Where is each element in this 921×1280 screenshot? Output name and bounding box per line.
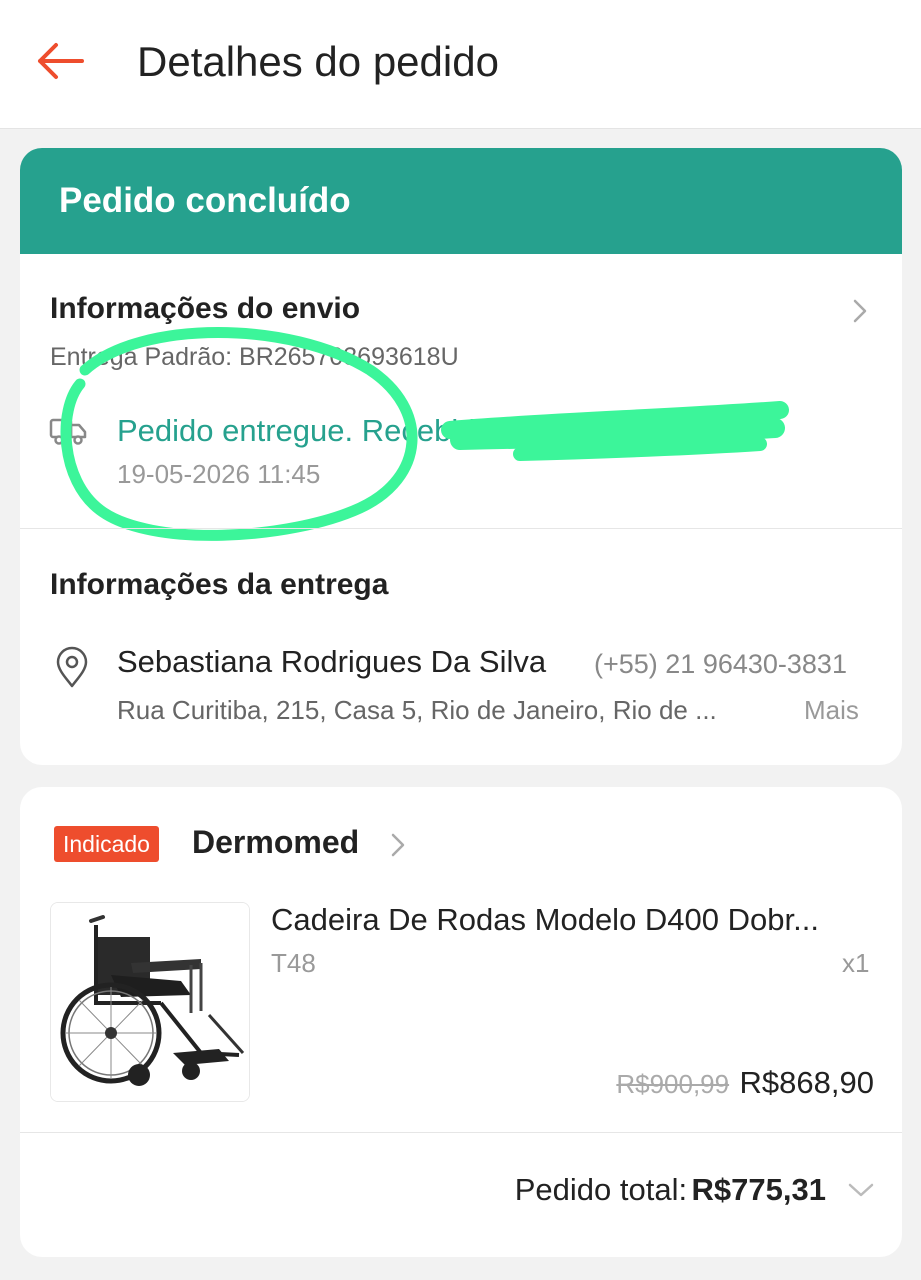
order-items-card: Indicado Dermomed Cadeira De Rodas Model… (20, 787, 902, 1257)
product-name[interactable]: Cadeira De Rodas Modelo D400 Dobr... (271, 900, 881, 940)
original-price: R$900,99 (616, 1069, 730, 1099)
back-button[interactable] (30, 36, 90, 86)
product-quantity: x1 (842, 948, 870, 978)
seller-name[interactable]: Dermomed (192, 822, 359, 862)
delivery-info-title: Informações da entrega (50, 568, 389, 601)
order-total-row[interactable]: Pedido total: R$775,31 (515, 1170, 826, 1216)
order-total-value: R$775,31 (691, 1172, 826, 1207)
truck-icon (49, 418, 87, 445)
order-info-card: Pedido concluído Informações do envio En… (20, 148, 902, 765)
arrow-left-icon (38, 43, 84, 79)
app-header: Detalhes do pedido (0, 0, 921, 129)
wheelchair-image (51, 903, 249, 1101)
chevron-down-icon[interactable] (846, 1180, 876, 1200)
recipient-phone: (+55) 21 96430-3831 (594, 649, 847, 679)
shipping-method: Entrega Padrão: BR265703693618U (50, 343, 459, 371)
tracking-date: 19-05-2026 11:45 (117, 459, 321, 489)
product-variation: T48 (271, 948, 316, 978)
chevron-right-icon[interactable] (850, 296, 870, 326)
order-status-label: Pedido concluído (59, 181, 351, 220)
recipient-name: Sebastiana Rodrigues Da Silva (117, 644, 547, 679)
product-price-row: R$900,99 R$868,90 (616, 1065, 874, 1101)
location-pin-icon (56, 646, 88, 688)
section-divider (20, 528, 902, 529)
order-status-banner: Pedido concluído (20, 148, 902, 254)
tracking-status[interactable]: Pedido entregue. Recebido (117, 412, 493, 450)
page-title: Detalhes do pedido (137, 38, 499, 85)
order-total-label: Pedido total: (514, 1172, 688, 1207)
section-divider (20, 1132, 902, 1133)
current-price: R$868,90 (739, 1065, 874, 1100)
product-image[interactable] (50, 902, 250, 1102)
more-address-link[interactable]: Mais (804, 693, 859, 727)
chevron-right-icon[interactable] (389, 831, 407, 859)
delivery-address: Rua Curitiba, 215, Casa 5, Rio de Janeir… (117, 695, 717, 725)
shipping-info-title[interactable]: Informações do envio (50, 291, 360, 327)
seller-badge: Indicado (54, 826, 159, 862)
